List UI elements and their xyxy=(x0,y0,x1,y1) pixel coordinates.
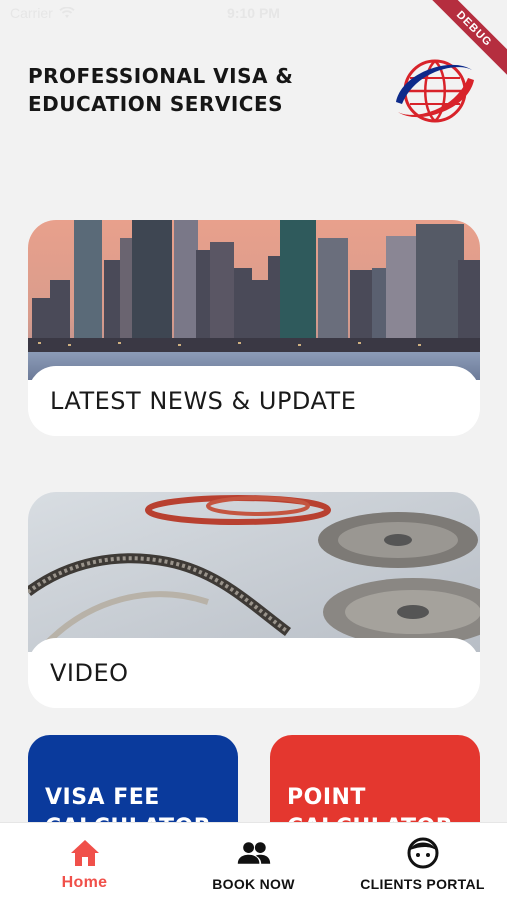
film-reels-image xyxy=(28,492,480,652)
nav-label-home: Home xyxy=(61,874,108,891)
bottom-navigation: Home BOOK NOW CLIENTS PORTAL xyxy=(0,822,507,900)
news-card-label-bar: LATEST NEWS & UPDATE xyxy=(28,366,480,436)
nav-label-clients-portal: CLIENTS PORTAL xyxy=(360,876,485,892)
app-header: PROFESSIONAL VISA & EDUCATION SERVICES xyxy=(28,62,358,118)
nav-item-home[interactable]: Home xyxy=(0,823,169,900)
news-card-title: LATEST NEWS & UPDATE xyxy=(50,387,357,415)
video-card[interactable]: VIDEO xyxy=(28,492,480,708)
video-card-title: VIDEO xyxy=(50,659,129,687)
title-line-1: PROFESSIONAL VISA & xyxy=(28,64,294,88)
page-title: PROFESSIONAL VISA & EDUCATION SERVICES xyxy=(28,62,358,118)
city-skyline-image xyxy=(28,220,480,380)
people-icon xyxy=(236,835,272,871)
video-card-label-bar: VIDEO xyxy=(28,638,480,708)
nav-item-clients-portal[interactable]: CLIENTS PORTAL xyxy=(338,823,507,900)
company-logo xyxy=(396,59,474,123)
nav-label-book-now: BOOK NOW xyxy=(212,876,295,892)
news-card[interactable]: LATEST NEWS & UPDATE xyxy=(28,220,480,436)
nav-item-book-now[interactable]: BOOK NOW xyxy=(169,823,338,900)
face-icon xyxy=(405,835,441,871)
home-icon xyxy=(67,835,103,871)
title-line-2: EDUCATION SERVICES xyxy=(28,92,284,116)
